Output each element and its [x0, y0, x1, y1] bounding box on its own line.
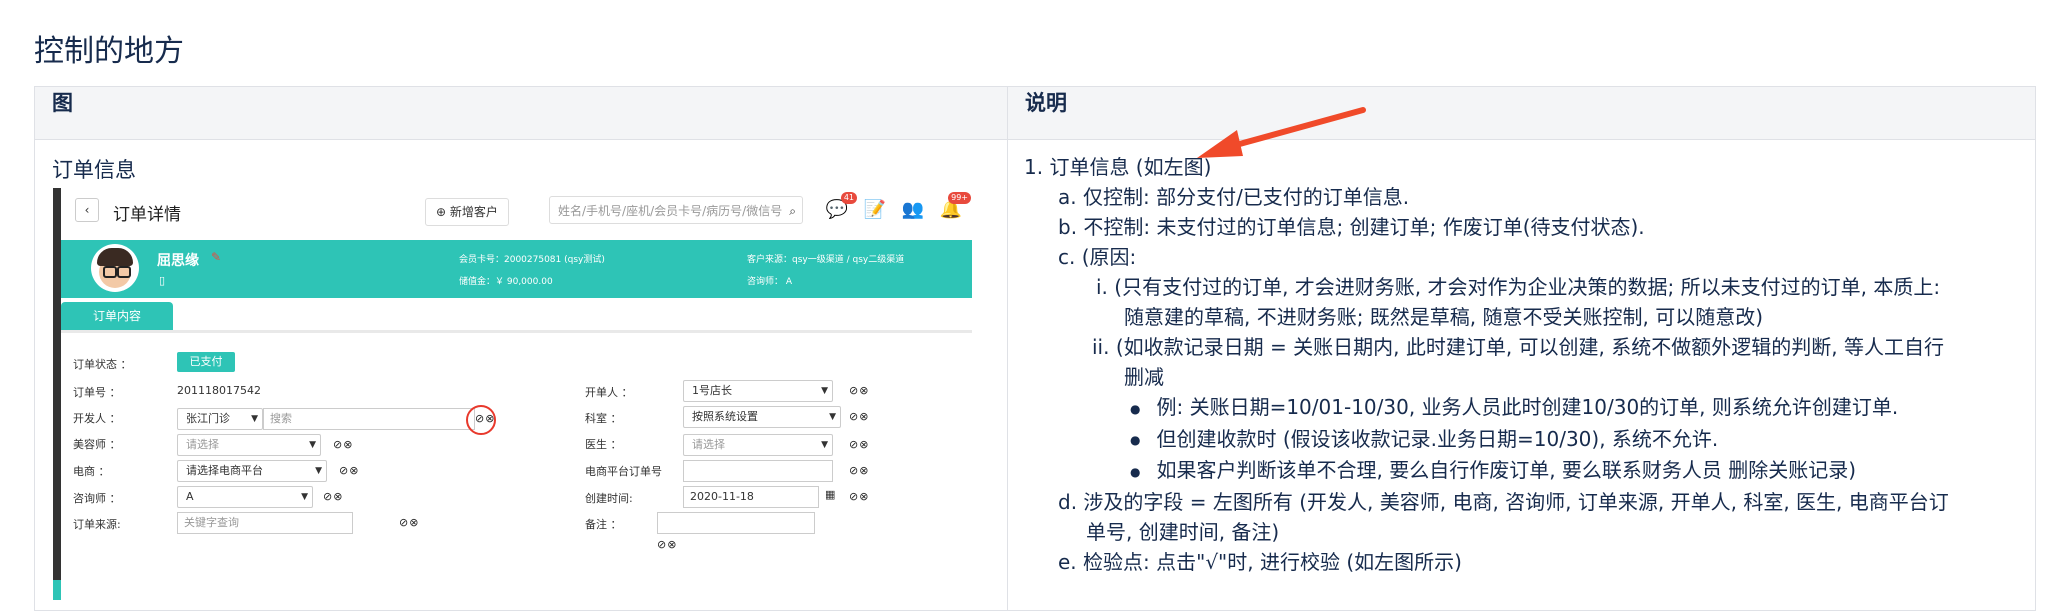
- notes-icon[interactable]: 📝: [861, 196, 889, 224]
- annotation-arrow-icon: [1197, 107, 1366, 158]
- instruction-bullet-1: ● 例: 关账日期=10/01-10/30, 业务人员此时创建10/30的订单, …: [1130, 395, 1899, 419]
- instruction-c-i-line2: 随意建的草稿, 不进财务账; 既然是草稿, 随意不受关账控制, 可以随意改): [1124, 305, 1764, 329]
- platform-order-label: 电商平台订单号: [585, 465, 662, 478]
- beautician-select[interactable]: 请选择 ▼: [177, 434, 321, 456]
- chevron-down-icon: ▼: [821, 440, 828, 450]
- beautician-label: 美容师 ：: [73, 438, 121, 451]
- platform-order-check-icons[interactable]: ⊘⊗: [849, 464, 869, 477]
- department-label: 科室 ：: [585, 412, 622, 425]
- ecommerce-select[interactable]: 请选择电商平台 ▼: [177, 460, 327, 482]
- doc-table: 图 说明 订单信息 ‹ 订单详情 ⊕ 新增客户 姓名/手机号/座机/会员卡号/病…: [34, 86, 2036, 611]
- doctor-select[interactable]: 请选择 ▼: [683, 434, 833, 456]
- order-source-label: 订单来源:: [73, 518, 121, 531]
- instruction-d-line2: 单号, 创建时间, 备注): [1086, 519, 1280, 544]
- consultant-check-icons[interactable]: ⊘⊗: [323, 490, 343, 503]
- remark-check-icons[interactable]: ⊘⊗: [657, 538, 677, 551]
- notification-icon[interactable]: 🔔 99+: [937, 192, 971, 224]
- developer-select[interactable]: 张江门诊 ▼: [177, 408, 263, 430]
- instruction-c-ii-line1: ii. (如收款记录日期 = 关账日期内, 此时建订单, 可以创建, 系统不做额…: [1092, 335, 1944, 359]
- customer-consultant: 咨询师： A: [747, 277, 793, 287]
- developer-label: 开发人 ：: [73, 412, 121, 425]
- created-time-label: 创建时间:: [585, 492, 633, 505]
- customer-banner: 屈思缘 ✎ ▯ 会员卡号：2000275081 (qsy测试) 储值金：￥ 90…: [61, 240, 972, 298]
- description-cell: 1. 订单信息 (如左图) a. 仅控制: 部分支付/已支付的订单信息. b. …: [1007, 139, 2036, 611]
- search-placeholder: 姓名/手机号/座机/会员卡号/病历号/微信号: [558, 204, 783, 218]
- edit-icon[interactable]: ✎: [211, 250, 221, 264]
- top-bar: ‹ 订单详情 ⊕ 新增客户 姓名/手机号/座机/会员卡号/病历号/微信号 ⌕ 💬…: [61, 188, 972, 236]
- instruction-e: e. 检验点: 点击"√"时, 进行校验 (如左图所示): [1058, 549, 1462, 574]
- notification-count-badge: 99+: [948, 192, 971, 204]
- calendar-icon[interactable]: ▦: [825, 488, 835, 501]
- created-time-check-icons[interactable]: ⊘⊗: [849, 490, 869, 503]
- chevron-down-icon: ▼: [301, 492, 308, 502]
- order-source-check-icons[interactable]: ⊘⊗: [399, 516, 419, 529]
- app-sidebar: [53, 188, 61, 600]
- message-count-badge: 41: [840, 192, 857, 204]
- phone-icon: ▯: [159, 274, 166, 287]
- figure-cell: 订单信息 ‹ 订单详情 ⊕ 新增客户 姓名/手机号/座机/会员卡号/病历号/微信…: [34, 139, 1008, 611]
- chevron-down-icon: ▼: [315, 466, 322, 476]
- opener-select[interactable]: 1号店长 ▼: [683, 380, 833, 402]
- order-source-input[interactable]: 关键字查询: [177, 512, 353, 534]
- col-header-description: 说明: [1007, 86, 2036, 140]
- status-badge: 已支付: [177, 352, 235, 372]
- doctor-label: 医生 ：: [585, 438, 622, 451]
- instruction-bullet-3: ● 如果客户判断该单不合理, 要么自行作废订单, 要么联系财务人员 删除关账记录): [1130, 458, 1857, 482]
- order-number-value: 201118017542: [177, 384, 261, 397]
- instruction-a: a. 仅控制: 部分支付/已支付的订单信息.: [1058, 185, 1410, 209]
- opener-check-icons[interactable]: ⊘⊗: [849, 384, 869, 397]
- order-number-label: 订单号 ：: [73, 386, 121, 399]
- order-detail-screenshot: ‹ 订单详情 ⊕ 新增客户 姓名/手机号/座机/会员卡号/病历号/微信号 ⌕ 💬…: [53, 188, 972, 600]
- add-customer-button[interactable]: ⊕ 新增客户: [425, 198, 509, 226]
- order-status-label: 订单状态 ：: [73, 358, 132, 371]
- remark-input[interactable]: [657, 512, 815, 534]
- created-time-input[interactable]: 2020-11-18: [683, 486, 819, 508]
- department-select[interactable]: 按照系统设置 ▼: [683, 406, 841, 428]
- instruction-bullet-2: ● 但创建收款时 (假设该收款记录.业务日期=10/30), 系统不允许.: [1130, 426, 1719, 451]
- order-detail-title: 订单详情: [113, 205, 181, 225]
- global-search-input[interactable]: 姓名/手机号/座机/会员卡号/病历号/微信号 ⌕: [549, 196, 803, 224]
- consultant-select[interactable]: A ▼: [177, 486, 313, 508]
- consultant-label: 咨询师 ：: [73, 492, 121, 505]
- tab-order-content[interactable]: 订单内容: [61, 302, 173, 330]
- department-check-icons[interactable]: ⊘⊗: [849, 410, 869, 423]
- customer-name[interactable]: 屈思缘: [157, 250, 199, 270]
- instruction-c-ii-line2: 删减: [1124, 365, 1164, 389]
- platform-order-input[interactable]: [683, 460, 833, 482]
- instruction-item-1: 1. 订单信息 (如左图): [1024, 155, 1212, 179]
- developer-search-input[interactable]: 搜索: [263, 408, 475, 430]
- doctor-check-icons[interactable]: ⊘⊗: [849, 438, 869, 451]
- ecommerce-label: 电商 ：: [73, 465, 110, 478]
- users-icon[interactable]: 👥: [899, 196, 927, 224]
- annotation-circle: [466, 405, 496, 435]
- back-button[interactable]: ‹: [75, 198, 99, 222]
- instruction-b: b. 不控制: 未支付过的订单信息; 创建订单; 作废订单(待支付状态).: [1058, 215, 1645, 239]
- figure-cell-title: 订单信息: [52, 158, 136, 182]
- col-header-figure: 图: [34, 86, 1008, 140]
- customer-source: 客户来源：qsy一级渠道 / qsy二级渠道: [747, 255, 905, 265]
- remark-label: 备注 ：: [585, 518, 622, 531]
- stored-value: 储值金：￥ 90,000.00: [459, 277, 553, 287]
- instruction-c: c. (原因:: [1058, 245, 1137, 269]
- beautician-check-icons[interactable]: ⊘⊗: [333, 438, 353, 451]
- search-icon[interactable]: ⌕: [789, 197, 796, 225]
- avatar: [91, 244, 139, 292]
- tab-divider: [61, 330, 972, 333]
- ecommerce-check-icons[interactable]: ⊘⊗: [339, 464, 359, 477]
- chevron-down-icon: ▼: [821, 386, 828, 396]
- opener-label: 开单人 ：: [585, 386, 633, 399]
- sidebar-accent: [53, 580, 61, 600]
- page-title: 控制的地方: [34, 34, 184, 69]
- chevron-down-icon: ▼: [309, 440, 316, 450]
- member-card-number: 会员卡号：2000275081 (qsy测试): [459, 255, 605, 265]
- chevron-down-icon: ▼: [251, 414, 258, 424]
- instruction-c-i-line1: i. (只有支付过的订单, 才会进财务账, 才会对作为企业决策的数据; 所以未支…: [1096, 275, 1941, 299]
- instruction-d-line1: d. 涉及的字段 = 左图所有 (开发人, 美容师, 电商, 咨询师, 订单来源…: [1058, 489, 1949, 514]
- chat-icon[interactable]: 💬 41: [823, 192, 857, 224]
- chevron-down-icon: ▼: [829, 412, 836, 422]
- instructions: 1. 订单信息 (如左图) a. 仅控制: 部分支付/已支付的订单信息. b. …: [1024, 152, 2008, 577]
